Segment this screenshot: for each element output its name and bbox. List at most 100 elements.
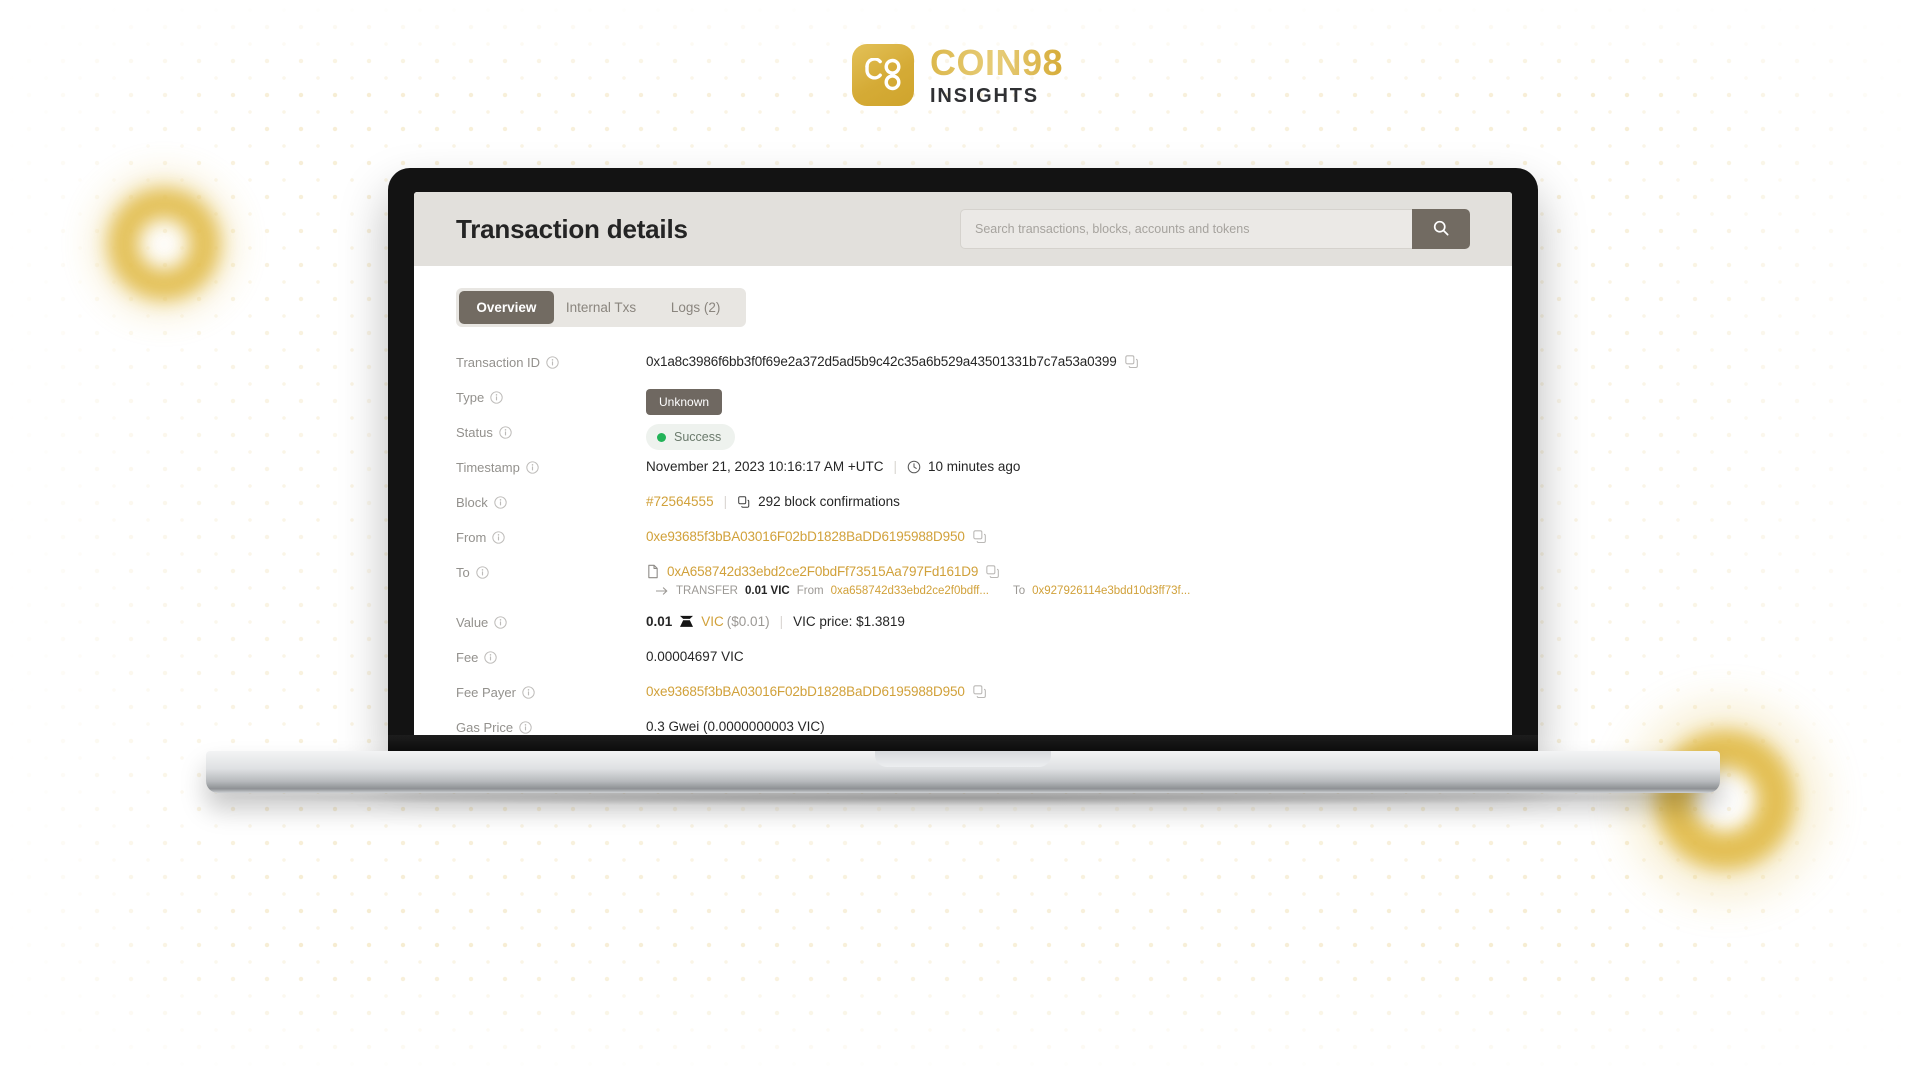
brand-logo: COIN98 INSIGHTS [852, 44, 1063, 106]
label-text: From [456, 530, 487, 545]
value-timestamp: November 21, 2023 10:16:17 AM +UTC | 10 … [646, 458, 1020, 474]
info-icon[interactable] [519, 721, 532, 734]
to-transfer-line: TRANSFER 0.01 VIC From 0xa658742d33ebd2c… [656, 585, 1190, 597]
label-value: Value [456, 613, 646, 630]
status-badge: Success [646, 424, 736, 450]
label-gas-price: Gas Price [456, 718, 646, 735]
row-transaction-id: Transaction ID 0x1a8c3986f6bb3f0f69e2a37… [456, 349, 1470, 384]
value-gas-price: 0.3 Gwei (0.0000000003 VIC) [646, 719, 825, 734]
vic-token-icon [680, 615, 694, 627]
laptop-mockup: Transaction details Search transactions,… [206, 168, 1720, 806]
copy-icon[interactable] [972, 529, 987, 544]
label-text: Transaction ID [456, 355, 541, 370]
row-block: Block #72564555 | 292 block confirmation… [456, 489, 1470, 524]
clock-icon [907, 460, 921, 473]
row-status: Status Success [456, 419, 1470, 454]
value-token-price: VIC price: $1.3819 [793, 614, 905, 629]
search-group [960, 209, 1470, 249]
tab-overview[interactable]: Overview [459, 291, 554, 324]
info-icon[interactable] [476, 566, 489, 579]
value-usd: ($0.01) [726, 614, 770, 629]
search-icon [1432, 219, 1450, 240]
info-icon[interactable] [526, 461, 539, 474]
copy-icon[interactable] [985, 564, 1000, 579]
timestamp-absolute: November 21, 2023 10:16:17 AM +UTC [646, 459, 884, 474]
info-icon[interactable] [522, 686, 535, 699]
info-icon[interactable] [484, 651, 498, 664]
copy-icon[interactable] [972, 684, 987, 699]
to-address-link[interactable]: 0xA658742d33ebd2ce2F0bdFf73515Aa797Fd161… [667, 564, 978, 579]
label-to: To [456, 563, 646, 580]
transfer-from-address[interactable]: 0xa658742d33ebd2ce2f0bdff... [831, 585, 989, 597]
info-icon[interactable] [494, 496, 507, 509]
label-text: Status [456, 425, 493, 440]
label-text: Timestamp [456, 460, 520, 475]
label-fee: Fee [456, 648, 646, 665]
label-text: Gas Price [456, 720, 514, 735]
copy-icon[interactable] [1124, 354, 1139, 369]
value-block: #72564555 | 292 block confirmations [646, 493, 900, 509]
transfer-from-label: From [796, 585, 824, 597]
row-fee-payer: Fee Payer 0xe93685f3bBA03016F02bD1828BaD… [456, 679, 1470, 714]
block-number-link[interactable]: #72564555 [646, 494, 714, 509]
contract-icon [648, 564, 658, 579]
value-token: VIC [701, 614, 724, 629]
row-to: To 0xA658742d33ebd2ce2F0bdFf73515Aa797Fd… [456, 559, 1470, 601]
value-to: 0xA658742d33ebd2ce2F0bdFf73515Aa797Fd161… [646, 563, 1190, 597]
label-transaction-id: Transaction ID [456, 353, 646, 370]
tab-logs[interactable]: Logs (2) [648, 291, 743, 324]
transfer-amount: 0.01 VIC [744, 585, 790, 597]
type-badge: Unknown [646, 389, 723, 415]
divider: | [779, 614, 784, 629]
transfer-action: TRANSFER [676, 585, 738, 597]
info-icon[interactable] [490, 391, 503, 404]
fee-payer-address-link[interactable]: 0xe93685f3bBA03016F02bD1828BaDD6195988D9… [646, 684, 965, 699]
label-text: Block [456, 495, 488, 510]
divider: | [723, 494, 728, 509]
label-timestamp: Timestamp [456, 458, 646, 475]
brand-subtitle: INSIGHTS [930, 84, 1039, 107]
detail-rows: Transaction ID 0x1a8c3986f6bb3f0f69e2a37… [456, 349, 1470, 753]
label-status: Status [456, 423, 646, 440]
tab-bar: Overview Internal Txs Logs (2) [456, 288, 746, 327]
timestamp-relative: 10 minutes ago [928, 459, 1021, 474]
label-type: Type [456, 388, 646, 405]
brand-name: COIN98 [930, 41, 1064, 83]
value-transaction-id: 0x1a8c3986f6bb3f0f69e2a372d5ad5b9c42c35a… [646, 353, 1139, 369]
app-body: Overview Internal Txs Logs (2) Transacti… [414, 266, 1512, 753]
row-timestamp: Timestamp November 21, 2023 10:16:17 AM … [456, 454, 1470, 489]
to-address-row: 0xA658742d33ebd2ce2F0bdFf73515Aa797Fd161… [646, 563, 1190, 579]
info-icon[interactable] [499, 426, 512, 439]
label-text: Type [456, 390, 485, 405]
row-value: Value 0.01 VIC ($0.01) | VIC price: $1.3… [456, 609, 1470, 644]
label-text: Fee [456, 650, 479, 665]
from-address-link[interactable]: 0xe93685f3bBA03016F02bD1828BaDD6195988D9… [646, 529, 965, 544]
laptop-base [206, 751, 1720, 793]
app-header: Transaction details [414, 192, 1512, 266]
search-button[interactable] [1412, 209, 1470, 249]
blocks-icon [738, 495, 750, 508]
decorative-gold-ring-left [108, 188, 220, 300]
value-number: 0.01 [646, 614, 673, 629]
info-icon[interactable] [492, 531, 506, 544]
value-fee-payer: 0xe93685f3bBA03016F02bD1828BaDD6195988D9… [646, 683, 987, 699]
label-text: Value [456, 615, 489, 630]
row-type: Type Unknown [456, 384, 1470, 419]
search-input[interactable] [960, 209, 1412, 249]
coin98-logo-icon [852, 44, 914, 106]
info-icon[interactable] [546, 356, 559, 369]
screenshot-root: COIN98 INSIGHTS Transaction details Sear… [0, 0, 1920, 1080]
arrow-right-icon [656, 587, 668, 595]
value-fee: 0.00004697 VIC [646, 649, 744, 664]
tab-internal-txs[interactable]: Internal Txs [554, 291, 649, 324]
label-fee-payer: Fee Payer [456, 683, 646, 700]
divider: | [893, 459, 898, 474]
value-amount: 0.01 VIC ($0.01) | VIC price: $1.3819 [646, 613, 905, 629]
transaction-id-value: 0x1a8c3986f6bb3f0f69e2a372d5ad5b9c42c35a… [646, 354, 1117, 369]
info-icon[interactable] [494, 616, 507, 629]
transfer-to-label: To [1012, 585, 1026, 597]
label-block: Block [456, 493, 646, 510]
laptop-screen: Transaction details Search transactions,… [414, 192, 1512, 753]
transfer-to-address[interactable]: 0x927926114e3bdd10d3ff73f... [1032, 585, 1190, 597]
row-from: From 0xe93685f3bBA03016F02bD1828BaDD6195… [456, 524, 1470, 559]
